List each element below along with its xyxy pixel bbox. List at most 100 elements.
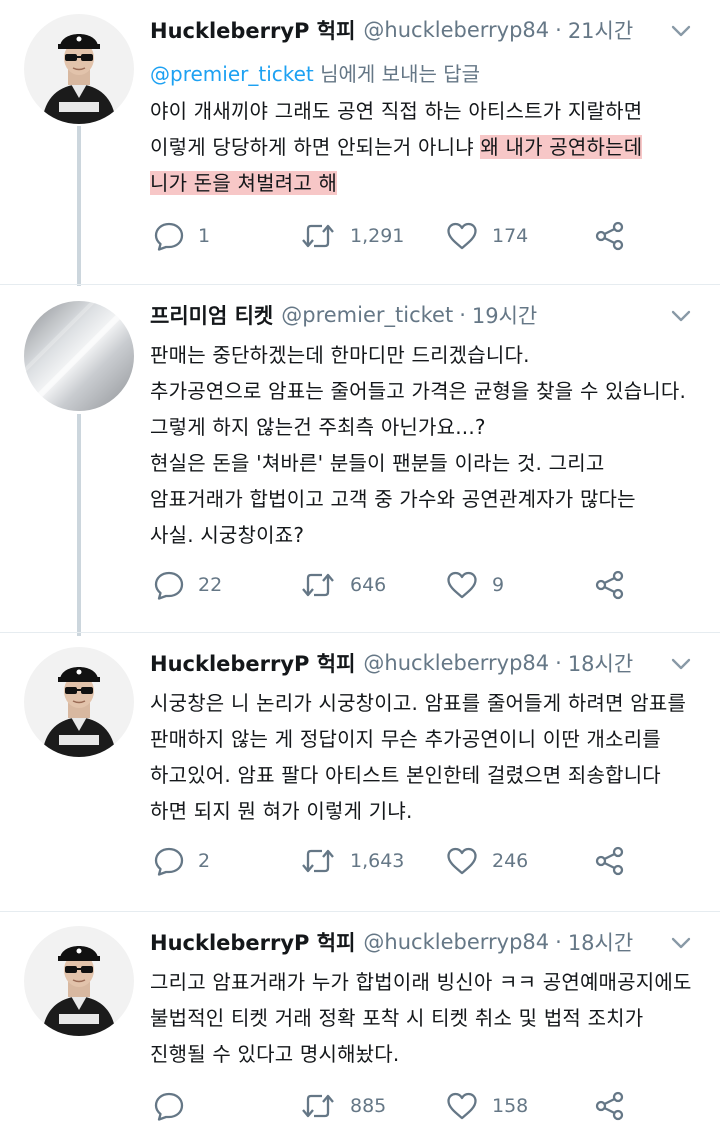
retweet-button[interactable]: 646 bbox=[300, 565, 386, 605]
like-button[interactable]: 246 bbox=[446, 841, 528, 881]
tweet-3[interactable]: HuckleberryP 헉피 @huckleberryp84 · 18시간 시… bbox=[0, 633, 720, 911]
tweet-text-line: 시궁창은 니 논리가 시궁창이고. 암표를 줄어들게 하려면 암표를 bbox=[150, 691, 687, 715]
tweet-text-line: 니가 돈을 쳐벌려고 해 bbox=[150, 165, 692, 201]
tweet-text-line: 불법적인 티켓 거래 정확 포착 시 티켓 취소 및 법적 조치가 bbox=[150, 1006, 644, 1030]
tweet-text-line: 판매는 중단하겠는데 한마디만 드리겠습니다. bbox=[150, 343, 530, 367]
tweet-text-line: 추가공연으로 암표는 줄어들고 가격은 균형을 찾을 수 있습니다. bbox=[150, 379, 687, 403]
avatar[interactable] bbox=[24, 926, 134, 1036]
avatar[interactable] bbox=[24, 647, 134, 757]
retweet-button[interactable]: 885 bbox=[300, 1086, 386, 1126]
user-name[interactable]: HuckleberryP 헉피 bbox=[150, 927, 355, 957]
retweet-count: 646 bbox=[350, 574, 387, 596]
reply-count: 2 bbox=[198, 850, 211, 872]
like-count: 246 bbox=[492, 850, 529, 872]
share-button[interactable] bbox=[594, 565, 626, 605]
tweet-text-line: 사실. 시궁창이죠? bbox=[150, 523, 305, 547]
separator-dot: · bbox=[555, 18, 562, 42]
reply-count: 22 bbox=[198, 574, 223, 596]
user-handle[interactable]: @huckleberryp84 bbox=[363, 18, 549, 42]
tweet-header: HuckleberryP 헉피 @huckleberryp84 · 18시간 bbox=[150, 645, 692, 681]
share-button[interactable] bbox=[594, 841, 626, 881]
separator-dot: · bbox=[555, 930, 562, 954]
tweet-text-line: 그렇게 하지 않는건 주최측 아닌가요...? bbox=[150, 415, 486, 439]
share-icon bbox=[594, 846, 626, 876]
reply-count: 1 bbox=[198, 225, 211, 247]
reply-button[interactable]: 22 bbox=[154, 565, 222, 605]
retweet-button[interactable]: 1,643 bbox=[300, 841, 404, 881]
reply-context-text: 님에게 보내는 답글 bbox=[313, 62, 481, 86]
share-icon bbox=[594, 1091, 626, 1121]
tweet-text-line: 야이 개새끼야 그래도 공연 직접 하는 아티스트가 지랄하면 bbox=[150, 99, 643, 123]
like-icon bbox=[446, 221, 478, 251]
tweet-text-line: 판매하지 않는 게 정답이지 무슨 추가공연이니 이딴 개소리를 bbox=[150, 727, 661, 751]
timestamp[interactable]: 21시간 bbox=[568, 15, 633, 45]
tweet-text-line: 하면 되지 뭔 혀가 이렇게 기냐. bbox=[150, 799, 413, 823]
user-handle[interactable]: @huckleberryp84 bbox=[363, 930, 549, 954]
chevron-down-icon[interactable] bbox=[670, 932, 692, 954]
retweet-icon bbox=[300, 221, 336, 251]
tweet-1[interactable]: HuckleberryP 헉피 @huckleberryp84 · 21시간 @… bbox=[0, 0, 720, 280]
tweet-actions: 2 1,643 246 bbox=[150, 841, 630, 881]
tweet-actions: 22 646 9 bbox=[150, 565, 630, 605]
tweet-header: HuckleberryP 헉피 @huckleberryp84 · 21시간 bbox=[150, 12, 692, 48]
like-icon bbox=[446, 570, 478, 600]
reply-icon bbox=[154, 221, 184, 251]
tweet-header: HuckleberryP 헉피 @huckleberryp84 · 18시간 bbox=[150, 924, 692, 960]
reply-icon bbox=[154, 1091, 184, 1121]
reply-button[interactable]: 1 bbox=[154, 216, 210, 256]
tweet-text-line: 현실은 돈을 '쳐바른' 분들이 팬분들 이라는 것. 그리고 bbox=[150, 451, 605, 475]
user-name[interactable]: 프리미엄 티켓 bbox=[150, 300, 273, 330]
tweet-text: 시궁창은 니 논리가 시궁창이고. 암표를 줄어들게 하려면 암표를 판매하지 … bbox=[150, 685, 692, 829]
tweet-actions: 885 158 bbox=[150, 1086, 630, 1126]
user-name[interactable]: HuckleberryP 헉피 bbox=[150, 15, 355, 45]
reply-icon bbox=[154, 846, 184, 876]
tweet-text: 판매는 중단하겠는데 한마디만 드리겠습니다. 추가공연으로 암표는 줄어들고 … bbox=[150, 337, 692, 553]
user-handle[interactable]: @premier_ticket bbox=[281, 303, 453, 327]
chevron-down-icon[interactable] bbox=[670, 305, 692, 327]
user-handle[interactable]: @huckleberryp84 bbox=[363, 651, 549, 675]
like-icon bbox=[446, 1091, 478, 1121]
highlighted-text: 왜 내가 공연하는데 bbox=[480, 135, 643, 159]
reply-icon bbox=[154, 570, 184, 600]
reply-context: @premier_ticket 님에게 보내는 답글 bbox=[150, 58, 692, 87]
retweet-icon bbox=[300, 1091, 336, 1121]
tweet-text: 야이 개새끼야 그래도 공연 직접 하는 아티스트가 지랄하면 이렇게 당당하게… bbox=[150, 93, 692, 201]
share-button[interactable] bbox=[594, 1086, 626, 1126]
timestamp[interactable]: 18시간 bbox=[568, 927, 633, 957]
tweet-4[interactable]: HuckleberryP 헉피 @huckleberryp84 · 18시간 그… bbox=[0, 912, 720, 1136]
avatar[interactable] bbox=[24, 301, 134, 411]
reply-mention-link[interactable]: @premier_ticket bbox=[150, 62, 314, 86]
reply-button[interactable]: 2 bbox=[154, 841, 210, 881]
tweet-text-line: 암표거래가 합법이고 고객 중 가수와 공연관계자가 많다는 bbox=[150, 487, 636, 511]
retweet-icon bbox=[300, 570, 336, 600]
separator-dot: · bbox=[555, 651, 562, 675]
chevron-down-icon[interactable] bbox=[670, 653, 692, 675]
like-count: 174 bbox=[492, 225, 529, 247]
like-button[interactable]: 158 bbox=[446, 1086, 528, 1126]
chevron-down-icon[interactable] bbox=[670, 20, 692, 42]
share-icon bbox=[594, 221, 626, 251]
reply-button[interactable] bbox=[154, 1086, 198, 1126]
highlighted-text: 니가 돈을 쳐벌려고 해 bbox=[150, 171, 338, 195]
retweet-count: 885 bbox=[350, 1095, 387, 1117]
retweet-button[interactable]: 1,291 bbox=[300, 216, 404, 256]
like-button[interactable]: 9 bbox=[446, 565, 504, 605]
tweet-text: 그리고 암표거래가 누가 합법이래 빙신아 ㅋㅋ 공연예매공지에도 불법적인 티… bbox=[150, 964, 692, 1072]
separator-dot: · bbox=[459, 303, 466, 327]
retweet-count: 1,291 bbox=[350, 225, 405, 247]
share-icon bbox=[594, 570, 626, 600]
tweet-text-line: 이렇게 당당하게 하면 안되는거 아니냐 왜 내가 공연하는데 bbox=[150, 135, 643, 159]
tweet-header: 프리미엄 티켓 @premier_ticket · 19시간 bbox=[150, 297, 692, 333]
tweet-actions: 1 1,291 174 bbox=[150, 216, 630, 256]
avatar[interactable] bbox=[24, 14, 134, 124]
tweet-2[interactable]: 프리미엄 티켓 @premier_ticket · 19시간 판매는 중단하겠는… bbox=[0, 285, 720, 630]
timestamp[interactable]: 19시간 bbox=[472, 300, 537, 330]
like-count: 158 bbox=[492, 1095, 529, 1117]
like-icon bbox=[446, 846, 478, 876]
like-count: 9 bbox=[492, 574, 505, 596]
user-name[interactable]: HuckleberryP 헉피 bbox=[150, 648, 355, 678]
share-button[interactable] bbox=[594, 216, 626, 256]
like-button[interactable]: 174 bbox=[446, 216, 528, 256]
timestamp[interactable]: 18시간 bbox=[568, 648, 633, 678]
retweet-icon bbox=[300, 846, 336, 876]
